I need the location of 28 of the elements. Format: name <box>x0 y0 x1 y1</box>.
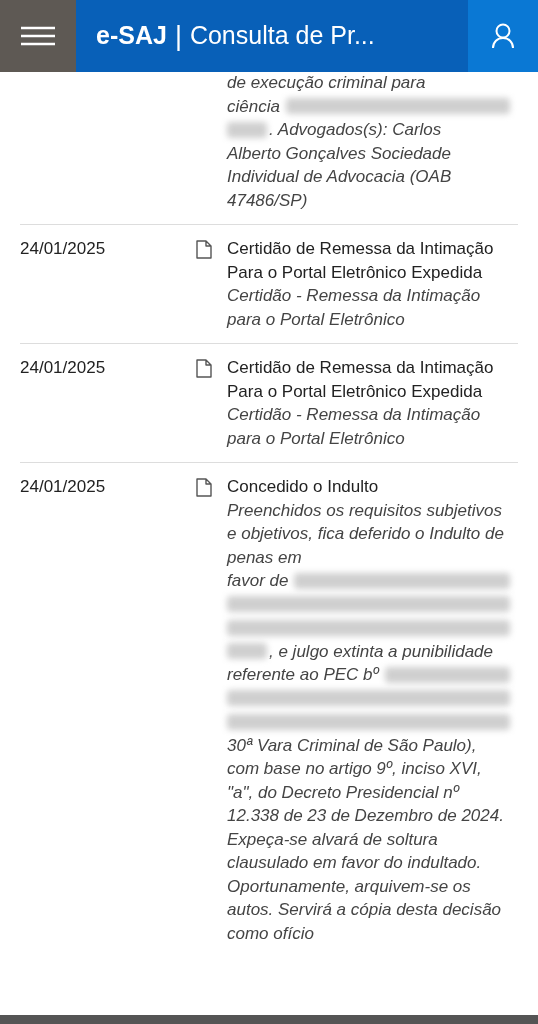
description-text: 30ª Vara Criminal de São Paulo), com base no artigo 9º, inciso XVI, "a", do Decreto Presidencial nº 12.338 de 23 de Dezembro de 2024. Expeça-se alvará de soltura clausulado em favor do indultado. Oportunamente, arquivem-se os autos. Servirá a cópia desta decisão como ofício <box>227 734 505 945</box>
title-separator: | <box>174 19 182 53</box>
description-text: referente ao PEC bº <box>227 664 379 686</box>
movement-date: 24/01/2025 <box>20 239 106 258</box>
description-text: ciência <box>227 95 280 118</box>
redaction-blur <box>227 121 267 138</box>
description-text: Certidão - Remessa da Intimação para o Portal Eletrônico <box>227 285 482 331</box>
description-text: . Advogados(s): Carlos <box>269 119 442 141</box>
description-text: de execução criminal para <box>227 72 427 94</box>
document-icon <box>196 478 212 497</box>
brand-name: e-SAJ <box>96 20 167 52</box>
description-text: Alberto Gonçalves Sociedade Individual de Advocacia (OAB 47486/SP) <box>227 142 453 212</box>
redaction-blur <box>227 643 267 660</box>
description-text: , e julgo extinta a punibilidade <box>269 640 493 663</box>
user-icon <box>492 23 514 49</box>
movement-title: Certidão de Remessa da Intimação Para o Portal Eletrônico Expedida <box>227 238 495 284</box>
movement-date: 24/01/2025 <box>20 477 106 496</box>
description-text: favor de <box>227 570 289 592</box>
page-title: Consulta de Pr... <box>189 20 375 52</box>
movement-title: Concedido o Indulto <box>227 476 380 498</box>
document-icon <box>196 240 212 259</box>
document-icon <box>196 359 212 378</box>
menu-button[interactable] <box>0 0 76 72</box>
user-button[interactable] <box>468 0 538 72</box>
movement-date: 24/01/2025 <box>20 358 106 377</box>
movement-title: Certidão de Remessa da Intimação Para o Portal Eletrônico Expedida <box>227 357 495 403</box>
menu-icon <box>21 26 55 46</box>
description-text: Certidão - Remessa da Intimação para o Portal Eletrônico <box>227 404 482 450</box>
